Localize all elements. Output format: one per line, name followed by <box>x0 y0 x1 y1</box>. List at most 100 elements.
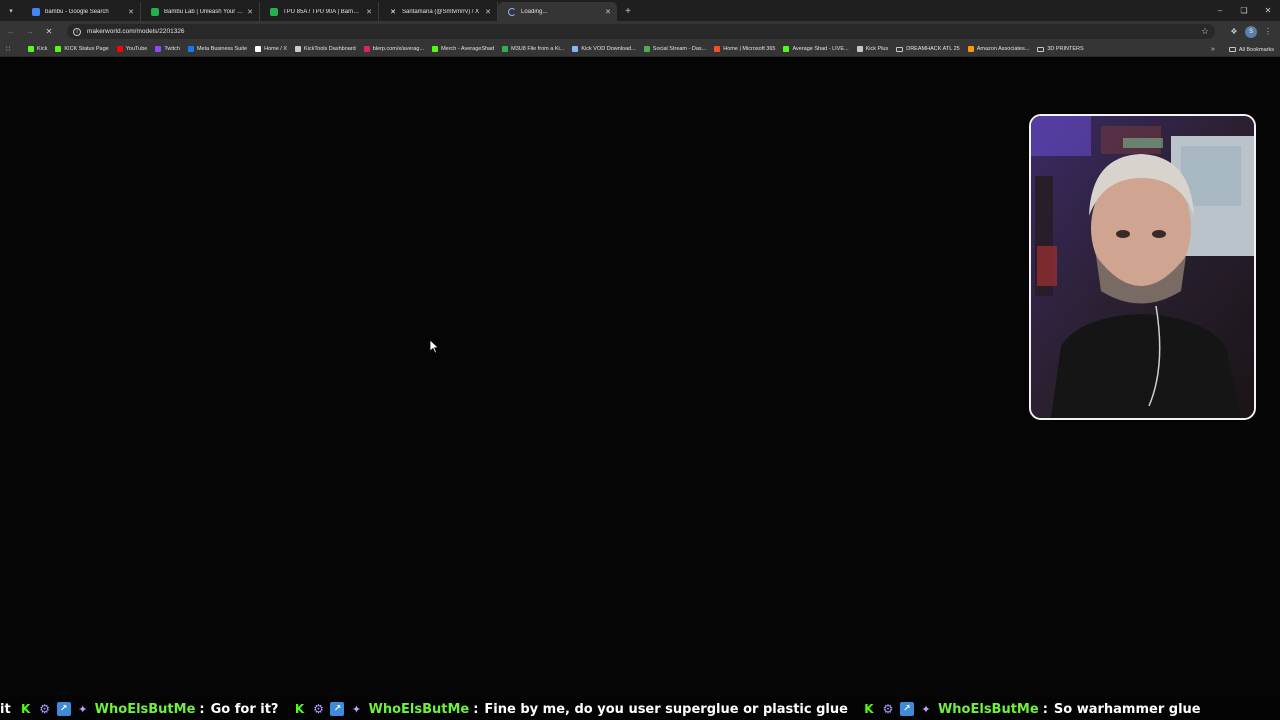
tab-title: Loading... <box>521 8 548 15</box>
back-icon[interactable]: ← <box>4 25 18 39</box>
x-icon: ✕ <box>390 8 396 16</box>
subscriber-badge-icon: ⚙ <box>39 702 51 716</box>
tab-5[interactable]: Loading... ✕ <box>498 2 617 21</box>
bookmark-favicon-icon <box>572 46 579 52</box>
bookmark-item[interactable]: blerp.com/x/averag... <box>363 46 425 52</box>
forward-icon[interactable]: → <box>23 25 37 39</box>
tab-search-menu-icon[interactable]: ▾ <box>0 0 22 21</box>
bookmark-label: 3D PRINTERS <box>1047 46 1084 52</box>
webcam-overlay <box>1029 114 1256 420</box>
more-bookmarks-chevron-icon[interactable]: » <box>1211 46 1215 53</box>
address-text: makerworld.com/models/2201326 <box>87 28 185 35</box>
bookmark-item[interactable]: Average Shad - LIVE... <box>783 46 849 52</box>
tab-title: TPU 85A / TPU 90A | Bambu La... <box>283 8 362 15</box>
bookmark-label: Kick Plus <box>865 46 889 52</box>
stop-loading-icon[interactable]: ✕ <box>42 25 56 39</box>
tab-2[interactable]: Bambu Lab | Unleash Your Cre... ✕ <box>141 2 260 21</box>
new-tab-button[interactable]: + <box>619 2 637 21</box>
share-badge-icon: ↗ <box>330 702 345 716</box>
extensions-icon[interactable]: ❖ <box>1225 24 1243 39</box>
site-info-icon[interactable]: i <box>73 27 81 36</box>
kick-badge-icon: K <box>864 702 874 716</box>
bookmark-item[interactable]: KICK Status Page <box>55 46 109 52</box>
bookmark-item[interactable]: DREAMHACK ATL 25 <box>896 46 960 52</box>
bookmark-item[interactable]: Home | Microsoft 365 <box>714 46 775 52</box>
bookmark-favicon-icon <box>856 46 863 52</box>
tab-close-icon[interactable]: ✕ <box>366 8 372 16</box>
chat-message: Fine by me, do you user superglue or pla… <box>484 701 848 717</box>
bookmark-favicon-icon <box>783 46 790 52</box>
bookmark-favicon-icon <box>967 46 974 52</box>
bookmark-favicon-icon <box>643 46 650 52</box>
tab-close-icon[interactable]: ✕ <box>128 8 134 16</box>
bookmark-item[interactable]: Twitch <box>155 46 180 52</box>
bookmark-favicon-icon <box>432 46 439 52</box>
tab-close-icon[interactable]: ✕ <box>247 8 253 16</box>
bookmark-item[interactable]: Amazon Associates... <box>967 46 1030 52</box>
bambu-icon <box>151 7 159 16</box>
share-badge-icon: ↗ <box>56 702 71 716</box>
bookmark-item[interactable]: Kick <box>28 46 47 52</box>
gifter-badge-icon: ✦ <box>351 702 362 716</box>
chat-message: So warhammer glue <box>1053 701 1201 717</box>
bookmark-item[interactable]: Kick Plus <box>856 46 889 52</box>
google-icon <box>32 7 40 16</box>
chat-username: WhoElsButMe <box>94 701 196 717</box>
tab-title: Santamaria (@Smtvmrrv) / X <box>402 8 480 15</box>
profile-avatar[interactable]: S <box>1245 25 1257 38</box>
bookmark-label: DREAMHACK ATL 25 <box>906 46 960 52</box>
bookmark-label: KICK Status Page <box>64 46 109 52</box>
bookmark-item[interactable]: Merch - AverageShad <box>432 46 494 52</box>
tab-3[interactable]: TPU 85A / TPU 90A | Bambu La... ✕ <box>260 2 379 21</box>
streamer-webcam-image <box>1031 116 1254 418</box>
restore-icon[interactable]: ❏ <box>1232 0 1256 21</box>
browser-menu-icon[interactable]: ⋮ <box>1259 24 1277 39</box>
bookmark-star-icon[interactable]: ☆ <box>1201 26 1209 37</box>
bookmark-label: blerp.com/x/averag... <box>372 46 425 52</box>
bookmark-item[interactable]: YouTube <box>116 46 148 52</box>
spinner-icon <box>508 7 516 16</box>
address-bar[interactable]: i makerworld.com/models/2201326 ☆ <box>67 24 1215 39</box>
share-badge-icon: ↗ <box>899 702 914 716</box>
bookmark-item[interactable]: Social Stream - Das... <box>643 46 707 52</box>
tab-close-icon[interactable]: ✕ <box>605 8 611 16</box>
gifter-badge-icon: ✦ <box>921 702 931 716</box>
folder-icon <box>896 46 904 52</box>
chat-fragment: it <box>0 701 11 717</box>
bookmark-label: Amazon Associates... <box>976 46 1030 52</box>
kick-badge-icon: K <box>21 702 31 716</box>
bookmark-label: M3U8 File from a Ki... <box>511 46 565 52</box>
browser-toolbar: ← → ✕ i makerworld.com/models/2201326 ☆ … <box>0 21 1280 42</box>
tab-4[interactable]: ✕ Santamaria (@Smtvmrrv) / X ✕ <box>379 2 498 21</box>
bookmark-item[interactable]: Kick VOD Download... <box>572 46 636 52</box>
close-window-icon[interactable]: ✕ <box>1256 0 1280 21</box>
all-bookmarks-button[interactable]: All Bookmarks <box>1239 47 1274 53</box>
bookmark-item[interactable]: Home / X <box>255 46 287 52</box>
bookmark-label: KickTools Dashboard <box>304 46 356 52</box>
tab-strip: ▾ bambu - Google Search ✕ Bambu Lab | Unle… <box>0 0 1280 21</box>
bookmark-favicon-icon <box>155 46 162 52</box>
mouse-cursor-icon <box>430 340 439 354</box>
kick-badge-icon: K <box>294 702 305 716</box>
bookmark-favicon-icon <box>116 46 123 52</box>
bookmark-item[interactable]: 3D PRINTERS <box>1037 46 1084 52</box>
apps-grid-icon[interactable]: ∷ <box>6 45 18 53</box>
bookmark-label: YouTube <box>125 46 148 52</box>
chat-separator: : <box>473 701 479 717</box>
chat-message: Go for it? <box>210 701 279 717</box>
bookmark-item[interactable]: M3U8 File from a Ki... <box>502 46 564 52</box>
bookmarks-bar: ∷ Kick KICK Status Page YouTube Twitch Meta … <box>0 42 1280 57</box>
gifter-badge-icon: ✦ <box>78 702 88 716</box>
tab-1[interactable]: bambu - Google Search ✕ <box>22 2 141 21</box>
folder-icon <box>1037 46 1045 52</box>
bookmark-label: Meta Business Suite <box>196 46 248 52</box>
bookmark-item[interactable]: KickTools Dashboard <box>295 46 356 52</box>
bookmark-item[interactable]: Meta Business Suite <box>187 46 248 52</box>
bookmark-label: Merch - AverageShad <box>441 46 495 52</box>
chat-separator: : <box>1042 701 1048 717</box>
bookmark-label: Social Stream - Das... <box>652 46 707 52</box>
tab-close-icon[interactable]: ✕ <box>485 8 491 16</box>
minimize-icon[interactable]: – <box>1208 0 1232 21</box>
chat-username: WhoElsButMe <box>937 701 1039 717</box>
bookmark-label: Kick VOD Download... <box>581 46 636 52</box>
